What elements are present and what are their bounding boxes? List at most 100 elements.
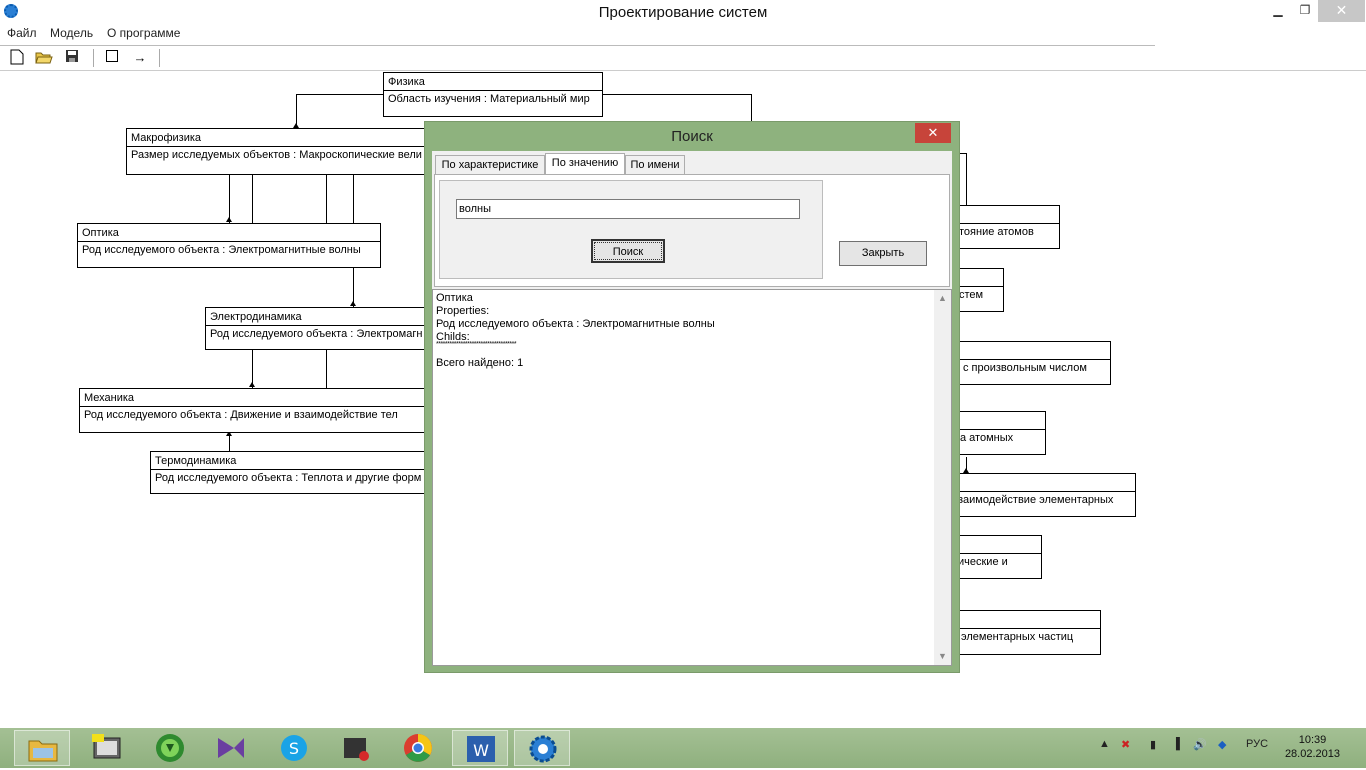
clock-date: 28.02.2013 — [1284, 748, 1340, 760]
signal-icon[interactable]: ▐ — [1172, 738, 1180, 750]
connector — [326, 350, 327, 388]
taskbar: S W ▲ ✖ ▮ ▐ 🔊 ◆ РУС 10:39 28.02.2013 — [0, 728, 1366, 768]
node-attribute: с произвольным числом — [963, 362, 1087, 374]
scroll-up-icon[interactable]: ▲ — [934, 290, 951, 307]
result-separator: ************************************ — [436, 341, 517, 348]
node-attribute: тояние атомов — [959, 226, 1034, 238]
node-attribute: а атомных — [960, 432, 1014, 444]
node-divider — [127, 146, 425, 147]
menu-model[interactable]: Модель — [50, 26, 93, 40]
node-divider — [80, 406, 426, 407]
skype-icon[interactable]: S — [266, 730, 322, 766]
class-node-macrophysics[interactable]: Макрофизика Размер исследуемых объектов … — [126, 128, 426, 175]
notepad-icon[interactable] — [80, 730, 136, 766]
search-dialog: Поиск ✕ По характеристике По значению По… — [424, 121, 960, 673]
node-attribute: Род исследуемого объекта : Электромагнит… — [82, 244, 361, 256]
download-icon[interactable] — [142, 730, 198, 766]
node-attribute: заимодействие элементарных — [958, 494, 1114, 506]
minimize-button[interactable]: ▁ — [1264, 0, 1292, 22]
result-line: Оптика — [436, 292, 473, 304]
node-attribute: ические и — [958, 556, 1008, 568]
menu-file[interactable]: Файл — [7, 26, 37, 40]
node-attribute: Размер исследуемых объектов : Макроскопи… — [131, 149, 422, 161]
class-node-physics[interactable]: Физика Область изучения : Материальный м… — [383, 72, 603, 117]
rectangle-icon[interactable] — [103, 49, 121, 67]
menu-about[interactable]: О программе — [107, 26, 180, 40]
node-divider — [151, 469, 426, 470]
tab-by-value[interactable]: По значению — [545, 153, 625, 175]
node-divider — [206, 325, 426, 326]
class-node-electrodynamics[interactable]: Электродинамика Род исследуемого объекта… — [205, 307, 427, 350]
maximize-button[interactable]: ❐ — [1291, 0, 1319, 22]
class-node-optics[interactable]: Оптика Род исследуемого объекта : Электр… — [77, 223, 381, 268]
result-total: Всего найдено: 1 — [436, 357, 524, 369]
chrome-icon[interactable] — [390, 730, 446, 766]
new-file-icon[interactable] — [8, 49, 26, 67]
dropbox-icon[interactable]: ◆ — [1218, 738, 1226, 751]
network-icon[interactable]: ✖ — [1121, 738, 1130, 751]
dialog-close-button[interactable]: ✕ — [915, 123, 951, 143]
tab-by-name[interactable]: По имени — [625, 155, 685, 174]
title-bar: Проектирование систем ▁ ❐ ✕ — [0, 0, 1366, 23]
search-group-box: волны Поиск — [439, 180, 823, 279]
node-divider — [941, 359, 1110, 360]
node-divider — [78, 241, 380, 242]
volume-icon[interactable]: 🔊 — [1193, 738, 1207, 751]
class-node-right-7[interactable]: элементарных частиц — [940, 610, 1101, 655]
node-attribute: стем — [959, 289, 984, 301]
node-name: Механика — [84, 392, 135, 404]
result-line: Род исследуемого объекта : Электромагнит… — [436, 318, 715, 330]
inheritance-arrow — [226, 217, 232, 222]
node-attribute: Род исследуемого объекта : Теплота и дру… — [155, 472, 422, 484]
arrow-icon[interactable]: → — [131, 49, 149, 67]
svg-text:S: S — [289, 739, 299, 758]
class-node-mechanics[interactable]: Механика Род исследуемого объекта : Движ… — [79, 388, 427, 433]
close-button[interactable]: Закрыть — [839, 241, 927, 266]
window-title: Проектирование систем — [598, 4, 768, 21]
search-value-input[interactable]: волны — [456, 199, 800, 219]
terminal-icon[interactable] — [328, 730, 384, 766]
node-name: Макрофизика — [131, 132, 202, 144]
battery-icon[interactable]: ▮ — [1150, 738, 1156, 751]
toolbar-separator — [93, 49, 94, 67]
toolbar: → — [0, 45, 1366, 71]
node-attribute: Область изучения : Материальный мир — [388, 93, 590, 105]
clock[interactable]: 10:39 28.02.2013 — [1285, 733, 1340, 761]
scroll-down-icon[interactable]: ▼ — [934, 648, 951, 665]
search-results-textarea[interactable]: Оптика Properties: Род исследуемого объе… — [432, 289, 952, 666]
node-divider — [941, 491, 1135, 492]
inheritance-arrow — [249, 382, 255, 387]
class-node-thermodynamics[interactable]: Термодинамика Род исследуемого объекта :… — [150, 451, 427, 494]
class-node-right-5[interactable]: заимодействие элементарных — [940, 473, 1136, 517]
node-name: Физика — [388, 76, 425, 88]
app-gear-icon[interactable] — [514, 730, 570, 766]
toolbar-separator — [159, 49, 160, 67]
node-attribute: элементарных частиц — [961, 631, 1074, 643]
node-attribute: Род исследуемого объекта : Электромагн — [210, 328, 423, 340]
result-line: Properties: — [436, 305, 490, 317]
node-divider — [384, 90, 602, 91]
word-icon[interactable]: W — [452, 730, 508, 766]
dialog-body: По характеристике По значению По имени в… — [432, 151, 952, 666]
save-icon[interactable] — [63, 49, 81, 67]
close-window-button[interactable]: ✕ — [1318, 0, 1365, 22]
connector — [966, 153, 967, 205]
show-hidden-icons-icon[interactable]: ▲ — [1099, 738, 1110, 750]
search-button[interactable]: Поиск — [591, 239, 665, 263]
class-node-right-3[interactable]: с произвольным числом — [940, 341, 1111, 385]
menu-bar: Файл Модель О программе — [0, 24, 1366, 42]
file-explorer-icon[interactable] — [14, 730, 70, 766]
tab-by-characteristic[interactable]: По характеристике — [435, 155, 545, 174]
inheritance-arrow — [350, 301, 356, 306]
connector — [229, 175, 230, 223]
clock-time: 10:39 — [1298, 734, 1327, 746]
node-name: Оптика — [82, 227, 119, 239]
node-attribute: Род исследуемого объекта : Движение и вз… — [84, 409, 398, 421]
svg-text:W: W — [473, 741, 489, 760]
visual-studio-icon[interactable] — [204, 730, 260, 766]
node-name: Термодинамика — [155, 455, 237, 467]
language-indicator[interactable]: РУС — [1246, 738, 1268, 750]
open-folder-icon[interactable] — [35, 49, 53, 67]
dialog-title: Поиск — [671, 128, 713, 145]
vertical-scrollbar[interactable]: ▲ ▼ — [934, 290, 951, 665]
